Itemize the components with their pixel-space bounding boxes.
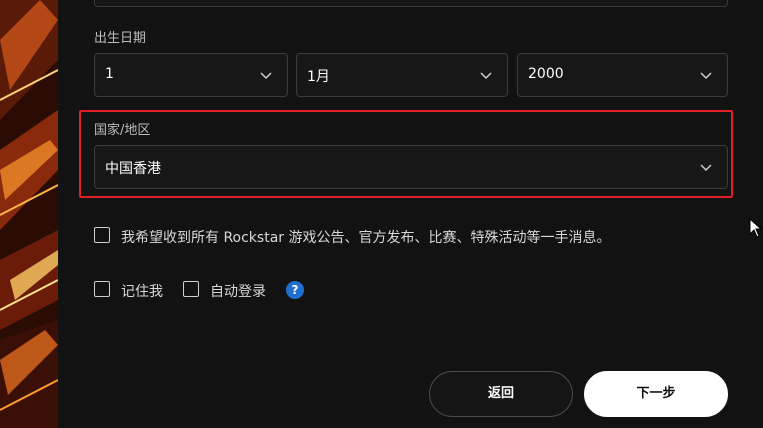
remember-me-checkbox[interactable] [94,281,110,297]
region-select[interactable]: 中国香港 [94,145,728,189]
next-button[interactable]: 下一步 [584,371,728,417]
background-artwork [0,0,58,428]
birth-year-value: 2000 [528,66,564,82]
birth-year-select[interactable]: 2000 [517,53,728,97]
remember-me-label[interactable]: 记住我 [121,281,163,301]
newsletter-label[interactable]: 我希望收到所有 Rockstar 游戏公告、官方发布、比赛、特殊活动等一手消息。 [121,227,611,247]
chevron-down-icon [260,72,272,80]
mouse-cursor-icon [749,218,763,238]
registration-panel: 出生日期 1 1月 2000 国家/地区 中国香港 我希望收到所有 Rockst… [58,0,763,428]
region-label: 国家/地区 [94,123,151,138]
birth-month-select[interactable]: 1月 [296,53,508,97]
auto-login-label[interactable]: 自动登录 [210,281,266,301]
birth-day-select[interactable]: 1 [94,53,288,97]
birth-month-value: 1月 [307,69,330,85]
birthdate-label: 出生日期 [94,31,147,46]
birth-day-value: 1 [105,66,114,82]
chevron-down-icon [480,72,492,80]
auto-login-checkbox[interactable] [183,281,199,297]
chevron-down-icon [700,164,712,172]
newsletter-checkbox[interactable] [94,227,110,243]
back-button[interactable]: 返回 [429,371,573,417]
chevron-down-icon [700,72,712,80]
region-value: 中国香港 [105,161,161,177]
help-icon[interactable]: ? [286,281,304,299]
previous-field-edge[interactable] [94,0,728,7]
